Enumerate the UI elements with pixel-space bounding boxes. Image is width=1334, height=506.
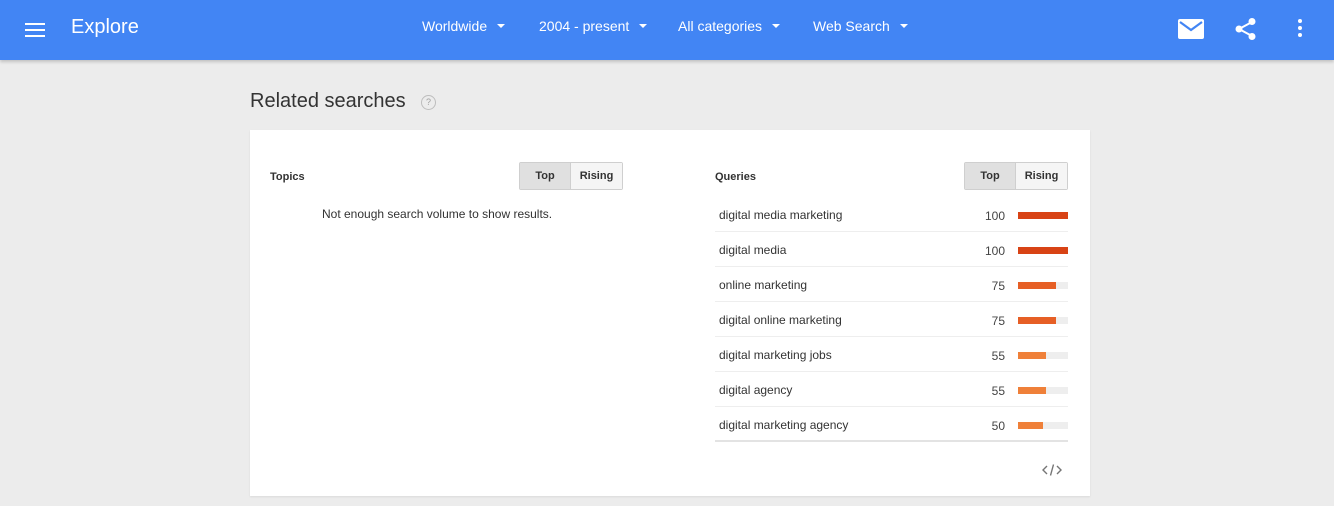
query-row[interactable]: digital marketing jobs 55 — [715, 337, 1068, 372]
topics-empty-message: Not enough search volume to show results… — [322, 207, 553, 221]
filter-time-range[interactable]: 2004 - present — [539, 18, 648, 38]
section-title: Related searches — [250, 90, 406, 112]
query-row[interactable]: digital marketing agency 50 — [715, 407, 1068, 442]
menu-icon[interactable] — [22, 17, 48, 43]
query-value: 50 — [991, 419, 1005, 433]
query-bar-track — [1018, 282, 1068, 289]
query-row[interactable]: digital media marketing 100 — [715, 197, 1068, 232]
query-row[interactable]: digital media 100 — [715, 232, 1068, 267]
topics-rising-button[interactable]: Rising — [571, 163, 622, 189]
share-icon[interactable] — [1231, 14, 1261, 44]
caret-down-icon — [899, 24, 908, 29]
help-icon[interactable]: ? — [421, 95, 436, 110]
query-name: digital marketing jobs — [719, 348, 832, 362]
topics-label: Topics — [270, 171, 305, 183]
caret-down-icon — [772, 24, 781, 29]
query-row[interactable]: digital agency 55 — [715, 372, 1068, 407]
query-row[interactable]: online marketing 75 — [715, 267, 1068, 302]
query-row[interactable]: digital online marketing 75 — [715, 302, 1068, 337]
more-vert-icon[interactable] — [1286, 14, 1316, 44]
queries-top-button[interactable]: Top — [965, 163, 1016, 189]
query-bar-fill — [1018, 212, 1068, 219]
filter-search-type[interactable]: Web Search — [813, 18, 908, 38]
query-bar-track — [1018, 212, 1068, 219]
query-value: 55 — [991, 349, 1005, 363]
query-bar-fill — [1018, 282, 1056, 289]
query-value: 75 — [991, 279, 1005, 293]
query-bar-fill — [1018, 247, 1068, 254]
app-header: Explore Worldwide 2004 - present All cat… — [0, 0, 1334, 60]
queries-list: digital media marketing 100 digital medi… — [715, 197, 1068, 442]
queries-label: Queries — [715, 171, 756, 183]
queries-toggle: Top Rising — [964, 162, 1068, 190]
app-title: Explore — [71, 16, 139, 38]
query-bar-track — [1018, 317, 1068, 324]
query-bar-fill — [1018, 317, 1056, 324]
query-bar-track — [1018, 422, 1068, 429]
query-name: online marketing — [719, 278, 808, 292]
query-bar-track — [1018, 387, 1068, 394]
query-name: digital online marketing — [719, 313, 842, 327]
mail-icon[interactable] — [1176, 14, 1206, 44]
queries-rising-button[interactable]: Rising — [1016, 163, 1067, 189]
query-value: 100 — [984, 209, 1005, 223]
query-bar-track — [1018, 352, 1068, 359]
embed-code-icon[interactable] — [1042, 463, 1062, 477]
query-bar-fill — [1018, 387, 1046, 394]
query-value: 75 — [991, 314, 1005, 328]
query-name: digital agency — [719, 383, 793, 397]
caret-down-icon — [639, 24, 648, 29]
query-name: digital media marketing — [719, 208, 843, 222]
query-value: 100 — [984, 244, 1005, 258]
query-name: digital marketing agency — [719, 418, 849, 432]
query-name: digital media — [719, 243, 787, 257]
related-searches-card: Topics Top Rising Not enough search volu… — [250, 130, 1090, 496]
topics-toggle: Top Rising — [519, 162, 623, 190]
filter-category[interactable]: All categories — [678, 18, 781, 38]
query-bar-fill — [1018, 352, 1046, 359]
filter-location[interactable]: Worldwide — [422, 18, 506, 38]
query-value: 55 — [991, 384, 1005, 398]
topics-top-button[interactable]: Top — [520, 163, 571, 189]
caret-down-icon — [497, 24, 506, 29]
query-bar-fill — [1018, 422, 1043, 429]
query-bar-track — [1018, 247, 1068, 254]
